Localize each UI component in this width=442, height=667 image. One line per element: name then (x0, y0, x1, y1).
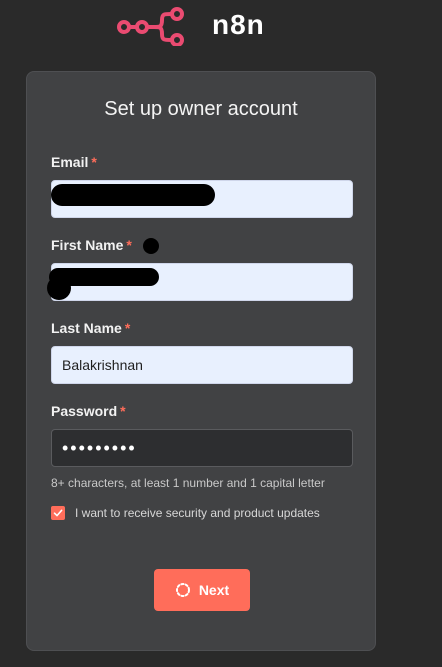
brand-name: n8n (212, 9, 265, 40)
last-name-label: Last Name * (51, 320, 130, 336)
email-label: Email * (51, 154, 97, 170)
required-marker: * (91, 154, 97, 170)
email-label-text: Email (51, 154, 89, 170)
required-marker: * (124, 320, 131, 336)
redaction-dot (143, 238, 159, 254)
first-name-label: First Name * (51, 237, 132, 253)
n8n-logo-icon (117, 7, 184, 46)
updates-checkbox-label[interactable]: I want to receive security and product u… (75, 506, 320, 520)
updates-checkbox[interactable] (51, 506, 65, 520)
next-button-label: Next (198, 582, 230, 598)
next-button[interactable]: Next (154, 569, 250, 611)
spinner-icon (175, 582, 191, 598)
setup-page: n8n Set up owner account Email * First Na… (0, 0, 442, 667)
redaction-mark (51, 184, 215, 206)
last-name-label-text: Last Name (51, 320, 122, 336)
password-hint: 8+ characters, at least 1 number and 1 c… (51, 476, 325, 490)
setup-card: Set up owner account Email * First Name * … (26, 71, 376, 651)
required-marker: * (126, 237, 132, 253)
password-label: Password * (51, 403, 126, 419)
redaction-dot (47, 276, 71, 300)
first-name-label-text: First Name (51, 237, 124, 253)
last-name-field[interactable] (51, 346, 353, 384)
password-label-text: Password (51, 403, 118, 419)
updates-opt-in: I want to receive security and product u… (51, 506, 320, 520)
n8n-logo: n8n (116, 4, 265, 46)
password-field[interactable] (51, 429, 353, 467)
required-marker: * (120, 403, 126, 419)
page-title: Set up owner account (104, 98, 298, 120)
check-icon (53, 509, 63, 517)
